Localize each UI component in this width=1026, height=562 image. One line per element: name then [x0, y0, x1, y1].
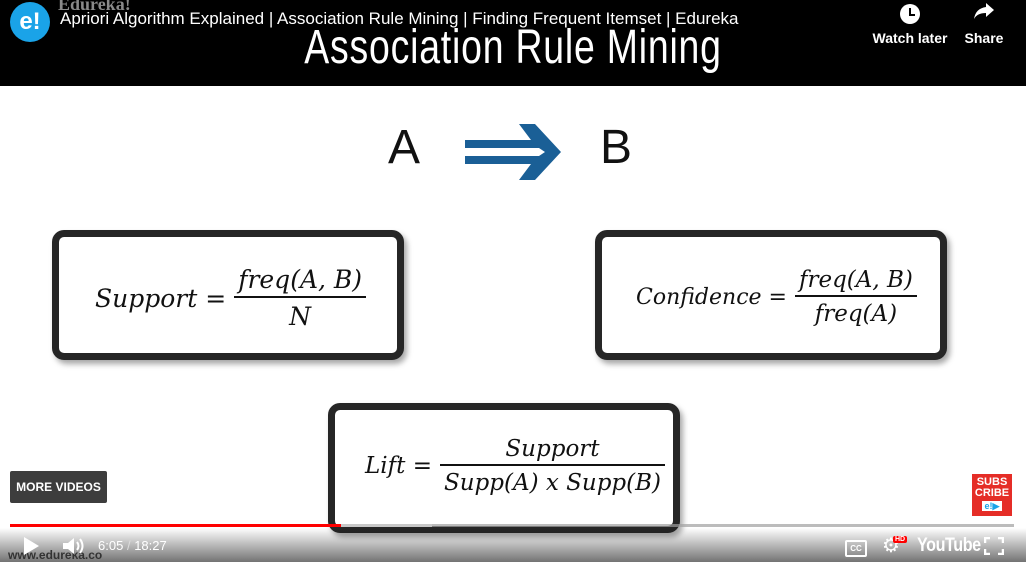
support-formula-box: Support = freq(A, B) N — [52, 230, 404, 360]
subscribe-button[interactable]: SUBS CRIBE e!▶ — [972, 474, 1012, 516]
hd-badge: HD — [893, 536, 908, 543]
progress-bar[interactable] — [10, 524, 1014, 527]
rule-consequent: B — [600, 121, 633, 174]
confidence-numerator: freq(A, B) — [798, 267, 913, 293]
fraction-bar — [794, 295, 917, 297]
time-separator: / — [126, 538, 131, 553]
slide-heading: Association Rule Mining — [304, 21, 722, 74]
confidence-formula: Confidence = freq(A, B) freq(A) — [636, 267, 917, 327]
fraction-bar — [234, 296, 367, 298]
youtube-logo[interactable]: YouTube — [917, 535, 981, 557]
confidence-formula-box: Confidence = freq(A, B) freq(A) — [595, 230, 947, 360]
volume-icon[interactable] — [62, 536, 86, 556]
more-videos-button[interactable]: MORE VIDEOS — [10, 471, 107, 503]
duration: 18:27 — [134, 538, 167, 553]
progress-played — [10, 524, 342, 527]
subscribe-line2: CRIBE — [974, 487, 1010, 499]
lift-formula-box: Lift = Support Supp(A) x Supp(B) — [328, 403, 680, 533]
play-icon[interactable] — [22, 536, 40, 556]
fraction-bar — [439, 464, 665, 466]
rule-antecedent: A — [388, 121, 421, 174]
confidence-fraction: freq(A, B) freq(A) — [794, 267, 917, 327]
watch-later-button[interactable]: Watch later — [870, 0, 950, 46]
captions-button[interactable]: CC — [845, 540, 867, 557]
channel-logo[interactable]: e! — [10, 2, 50, 42]
share-button[interactable]: Share — [944, 0, 1024, 46]
implies-arrow-icon — [465, 124, 561, 180]
watch-later-label: Watch later — [872, 30, 948, 46]
subscribe-mini-logo: e!▶ — [981, 501, 1003, 511]
share-label: Share — [964, 30, 1004, 46]
confidence-denominator: freq(A) — [814, 301, 898, 327]
current-time: 6:05 — [98, 538, 124, 553]
fullscreen-icon[interactable] — [984, 537, 1004, 555]
video-top-bar: Edureka! e! Apriori Algorithm Explained … — [0, 0, 1026, 86]
time-display: 6:05 / 18:27 — [98, 538, 167, 553]
clock-icon — [900, 4, 920, 24]
lift-numerator: Support — [505, 436, 600, 462]
lift-fraction: Support Supp(A) x Supp(B) — [439, 436, 665, 496]
support-fraction: freq(A, B) N — [234, 265, 367, 331]
confidence-lhs: Confidence = — [636, 284, 787, 310]
support-lhs: Support = — [95, 283, 227, 313]
lift-formula: Lift = Support Supp(A) x Supp(B) — [365, 436, 665, 496]
support-numerator: freq(A, B) — [238, 265, 363, 294]
support-formula: Support = freq(A, B) N — [95, 265, 367, 331]
lift-denominator: Supp(A) x Supp(B) — [443, 470, 661, 496]
support-denominator: N — [289, 302, 312, 331]
lift-lhs: Lift = — [365, 453, 432, 479]
share-arrow-icon — [944, 0, 1024, 28]
